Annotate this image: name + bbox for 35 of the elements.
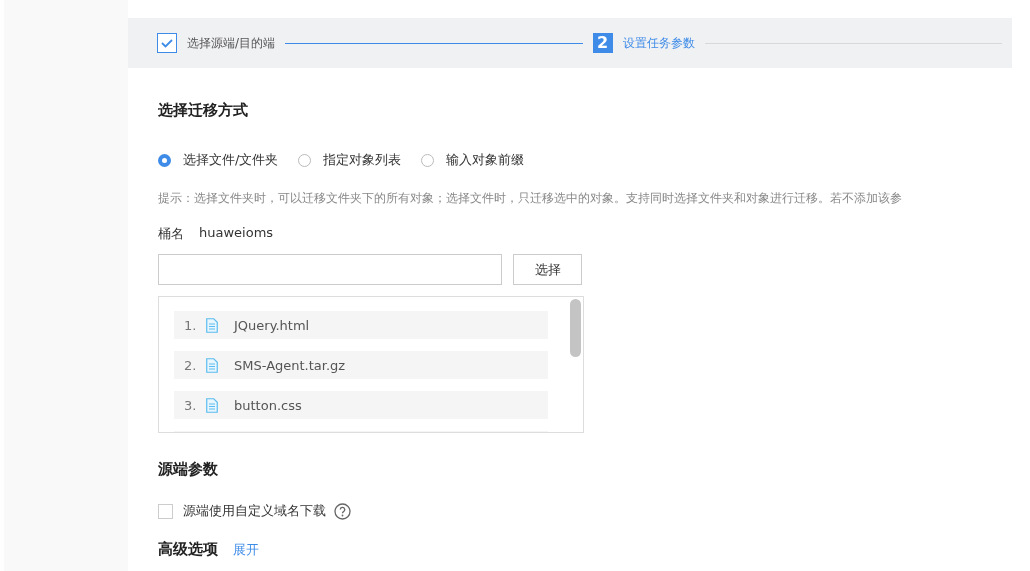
document-icon (206, 317, 218, 333)
radio-option[interactable]: 选择文件/文件夹 (158, 151, 279, 169)
file-name: SMS-Agent.tar.gz (234, 357, 346, 373)
radio-option[interactable]: 指定对象列表 (298, 151, 402, 169)
file-name: JQuery.html (234, 317, 310, 333)
checkbox-label: 源端使用自定义域名下载 (183, 502, 326, 520)
expand-link[interactable]: 展开 (233, 541, 259, 559)
file-name: button.css (234, 397, 302, 413)
document-icon (206, 397, 218, 413)
step-number: 2 (592, 33, 613, 53)
scrollbar-thumb[interactable] (570, 299, 581, 357)
document-icon (206, 357, 218, 373)
bucket-name: huaweioms (199, 225, 274, 242)
step-label: 选择源端/目的端 (187, 34, 276, 52)
checkbox[interactable] (158, 503, 173, 519)
radio-label: 指定对象列表 (323, 151, 402, 169)
step-label: 设置任务参数 (622, 34, 695, 52)
radio-label: 输入对象前缀 (446, 151, 525, 169)
file-item[interactable]: 3. button.css (174, 391, 548, 419)
item-number: 1. (184, 317, 198, 333)
select-button[interactable]: 选择 (513, 254, 582, 285)
file-item[interactable]: 1. JQuery.html (174, 311, 548, 339)
radio-option[interactable]: 输入对象前缀 (421, 151, 525, 169)
hint-text: 提示：选择文件夹时，可以迁移文件夹下的所有对象；选择文件时，只迁移选中的对象。支持同时选择文件夹和对象进行迁移。若不添加该参 (158, 190, 902, 207)
section-title: 选择迁移方式 (158, 101, 248, 120)
section-title: 源端参数 (158, 460, 218, 479)
item-number: 2. (184, 357, 198, 373)
radio-label: 选择文件/文件夹 (183, 151, 279, 169)
file-item[interactable]: 2. SMS-Agent.tar.gz (174, 351, 548, 379)
radio-button[interactable] (158, 153, 171, 167)
input-field[interactable] (158, 254, 502, 285)
help-icon[interactable] (334, 502, 351, 520)
bucket-label: 桶名 (158, 225, 184, 243)
item-number: 3. (184, 397, 198, 413)
section-title: 高级选项 (158, 540, 218, 559)
